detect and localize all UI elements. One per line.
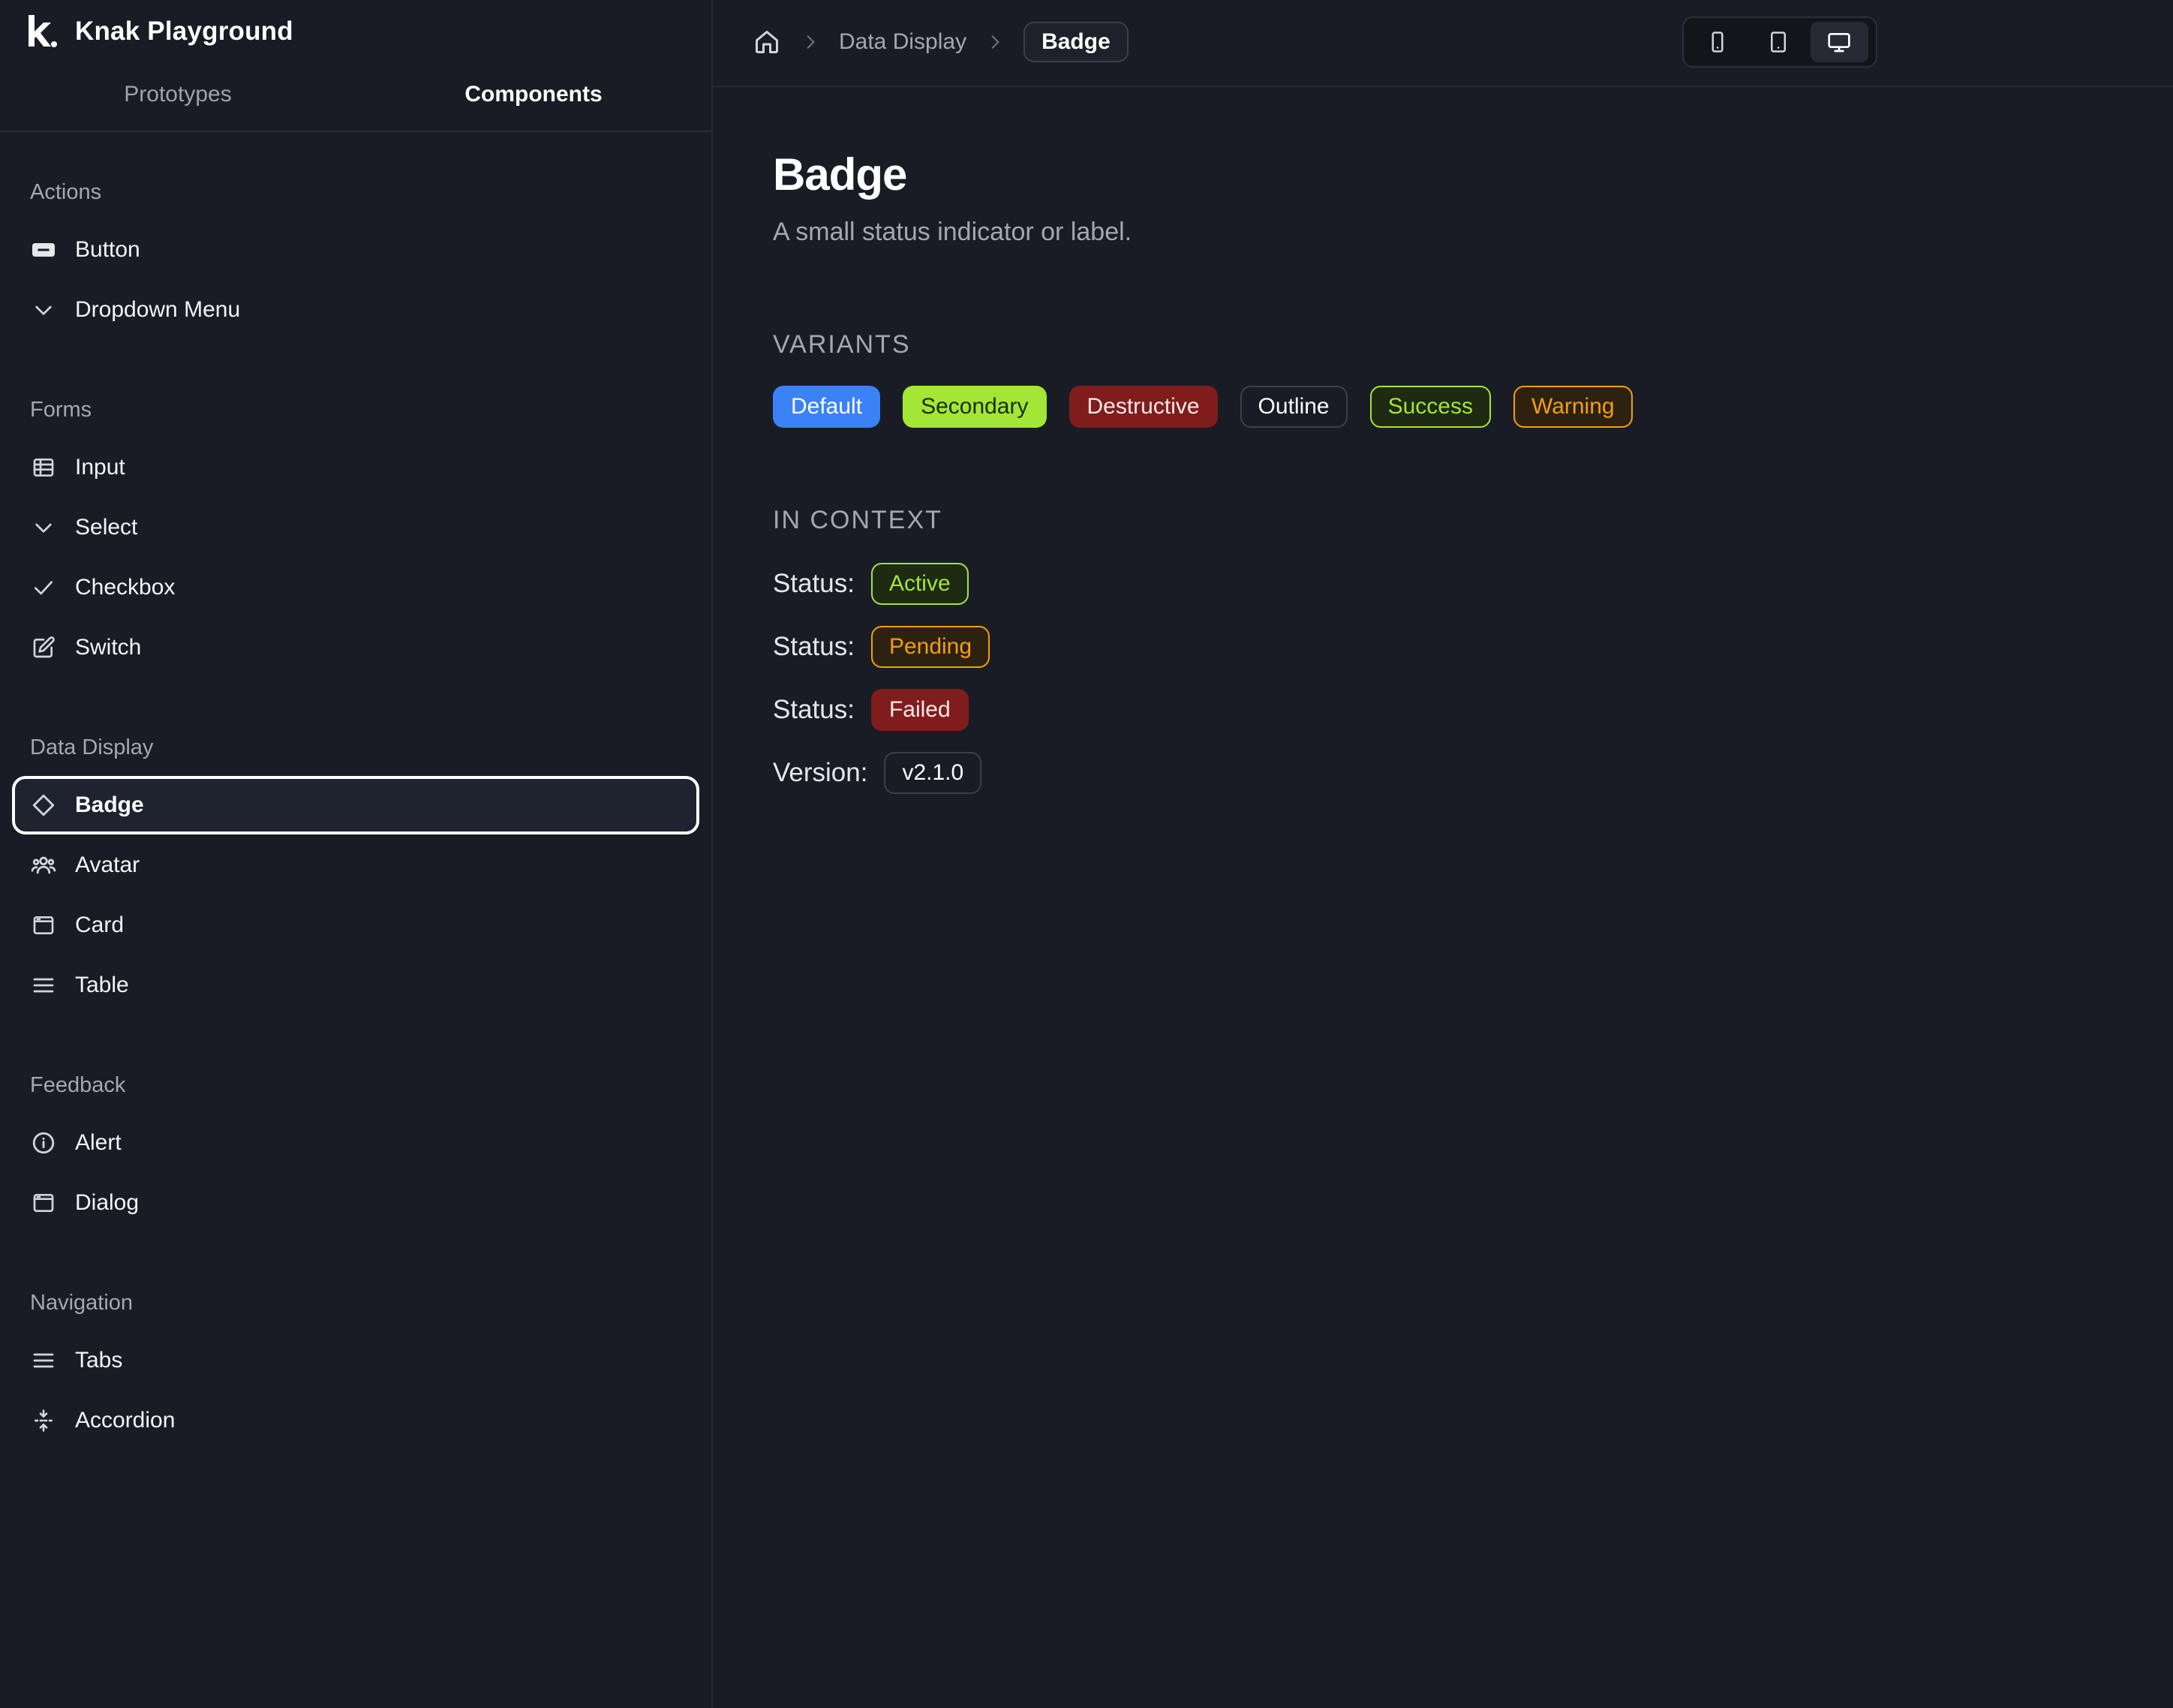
tablet-icon: [1770, 32, 1786, 53]
top-tabs: Prototypes Components: [0, 72, 711, 132]
context-label: Status:: [773, 695, 855, 724]
badge-success: Success: [1369, 386, 1491, 428]
status-badge-pending: Pending: [870, 626, 990, 668]
sidebar-item-label: Dropdown Menu: [75, 297, 241, 322]
sidebar-item-button[interactable]: Button: [12, 221, 699, 279]
edit-icon: [30, 634, 57, 661]
page-description: A small status indicator or label.: [773, 218, 1132, 246]
tablet-view-button[interactable]: [1749, 22, 1807, 62]
sidebar-item-label: Tabs: [75, 1348, 123, 1373]
device-toggle: [1682, 17, 1877, 68]
variants-row: Default Secondary Destructive Outline Su…: [773, 386, 1655, 428]
tab-prototypes[interactable]: Prototypes: [0, 72, 356, 131]
breadcrumb-current: Badge: [1023, 22, 1129, 62]
breadcrumb: Data Display Badge: [752, 21, 1129, 63]
sidebar-item-label: Badge: [75, 792, 144, 817]
diamond-icon: [30, 792, 57, 819]
mobile-view-button[interactable]: [1688, 22, 1746, 62]
section-title-forms: Forms: [30, 398, 92, 422]
chevron-right-icon: [984, 32, 1005, 53]
table-grid-icon: [30, 454, 57, 481]
version-badge: v2.1.0: [884, 752, 982, 794]
list-icon: [30, 972, 57, 999]
window-icon: [30, 912, 57, 939]
top-header: Data Display Badge: [713, 0, 2173, 87]
app-title: Knak Playground: [75, 17, 293, 46]
sidebar-item-table[interactable]: Table: [12, 956, 699, 1015]
sidebar-item-label: Switch: [75, 635, 142, 660]
list-icon: [30, 1347, 57, 1374]
sidebar-item-dialog[interactable]: Dialog: [12, 1174, 699, 1232]
context-label: Status:: [773, 632, 855, 661]
sidebar-item-select[interactable]: Select: [12, 498, 699, 557]
section-title-actions: Actions: [30, 180, 102, 204]
smartphone-icon: [1712, 32, 1724, 53]
breadcrumb-data-display[interactable]: Data Display: [839, 29, 966, 55]
sidebar-item-card[interactable]: Card: [12, 896, 699, 955]
badge-default: Default: [773, 386, 881, 428]
app-root: Knak Playground Prototypes Components Ac…: [0, 0, 2173, 1708]
sidebar-item-label: Alert: [75, 1130, 122, 1155]
status-badge-active: Active: [870, 563, 969, 605]
sidebar: Knak Playground Prototypes Components Ac…: [0, 0, 713, 1708]
monitor-icon: [1828, 33, 1850, 53]
sidebar-item-tabs[interactable]: Tabs: [12, 1331, 699, 1390]
badge-secondary: Secondary: [903, 386, 1047, 428]
sidebar-item-switch[interactable]: Switch: [12, 618, 699, 677]
variants-heading: VARIANTS: [773, 330, 911, 359]
badge-destructive: Destructive: [1068, 386, 1218, 428]
desktop-view-button[interactable]: [1810, 22, 1868, 62]
sidebar-item-label: Avatar: [75, 852, 140, 877]
sidebar-item-label: Button: [75, 237, 140, 262]
context-row-active: Status: Active: [773, 563, 969, 605]
section-title-feedback: Feedback: [30, 1073, 126, 1097]
context-row-failed: Status: Failed: [773, 689, 969, 731]
sidebar-item-label: Table: [75, 973, 129, 997]
chevron-right-icon: [800, 32, 821, 53]
sidebar-item-input[interactable]: Input: [12, 438, 699, 497]
knak-logo-icon: [29, 15, 57, 47]
sidebar-item-label: Select: [75, 515, 138, 540]
status-badge-failed: Failed: [870, 689, 969, 731]
sidebar-item-dropdown-menu[interactable]: Dropdown Menu: [12, 281, 699, 339]
page-title: Badge: [773, 149, 907, 200]
sidebar-item-label: Accordion: [75, 1408, 176, 1433]
chevron-down-icon: [30, 296, 57, 323]
fold-vertical-icon: [30, 1407, 57, 1434]
context-label: Status:: [773, 569, 855, 598]
button-icon: [30, 236, 57, 263]
context-row-pending: Status: Pending: [773, 626, 990, 668]
sidebar-item-label: Checkbox: [75, 575, 176, 600]
chevron-down-icon: [30, 514, 57, 541]
badge-warning: Warning: [1513, 386, 1633, 428]
sidebar-item-label: Card: [75, 913, 125, 937]
info-icon: [30, 1129, 57, 1156]
sidebar-item-label: Dialog: [75, 1190, 140, 1215]
tab-components[interactable]: Components: [356, 72, 711, 131]
section-title-data-display: Data Display: [30, 735, 154, 759]
window-icon: [30, 1189, 57, 1216]
check-icon: [30, 574, 57, 601]
sidebar-item-accordion[interactable]: Accordion: [12, 1391, 699, 1450]
context-label: Version:: [773, 758, 868, 787]
context-row-version: Version: v2.1.0: [773, 752, 982, 794]
home-icon[interactable]: [752, 27, 782, 57]
sidebar-item-avatar[interactable]: Avatar: [12, 836, 699, 895]
sidebar-item-label: Input: [75, 455, 125, 480]
sidebar-item-badge[interactable]: Badge: [12, 776, 699, 834]
brand[interactable]: Knak Playground: [27, 11, 293, 53]
sidebar-item-alert[interactable]: Alert: [12, 1114, 699, 1172]
badge-outline: Outline: [1240, 386, 1348, 428]
users-icon: [30, 852, 57, 879]
sidebar-item-checkbox[interactable]: Checkbox: [12, 558, 699, 617]
section-title-navigation: Navigation: [30, 1291, 134, 1315]
in-context-heading: IN CONTEXT: [773, 506, 942, 534]
